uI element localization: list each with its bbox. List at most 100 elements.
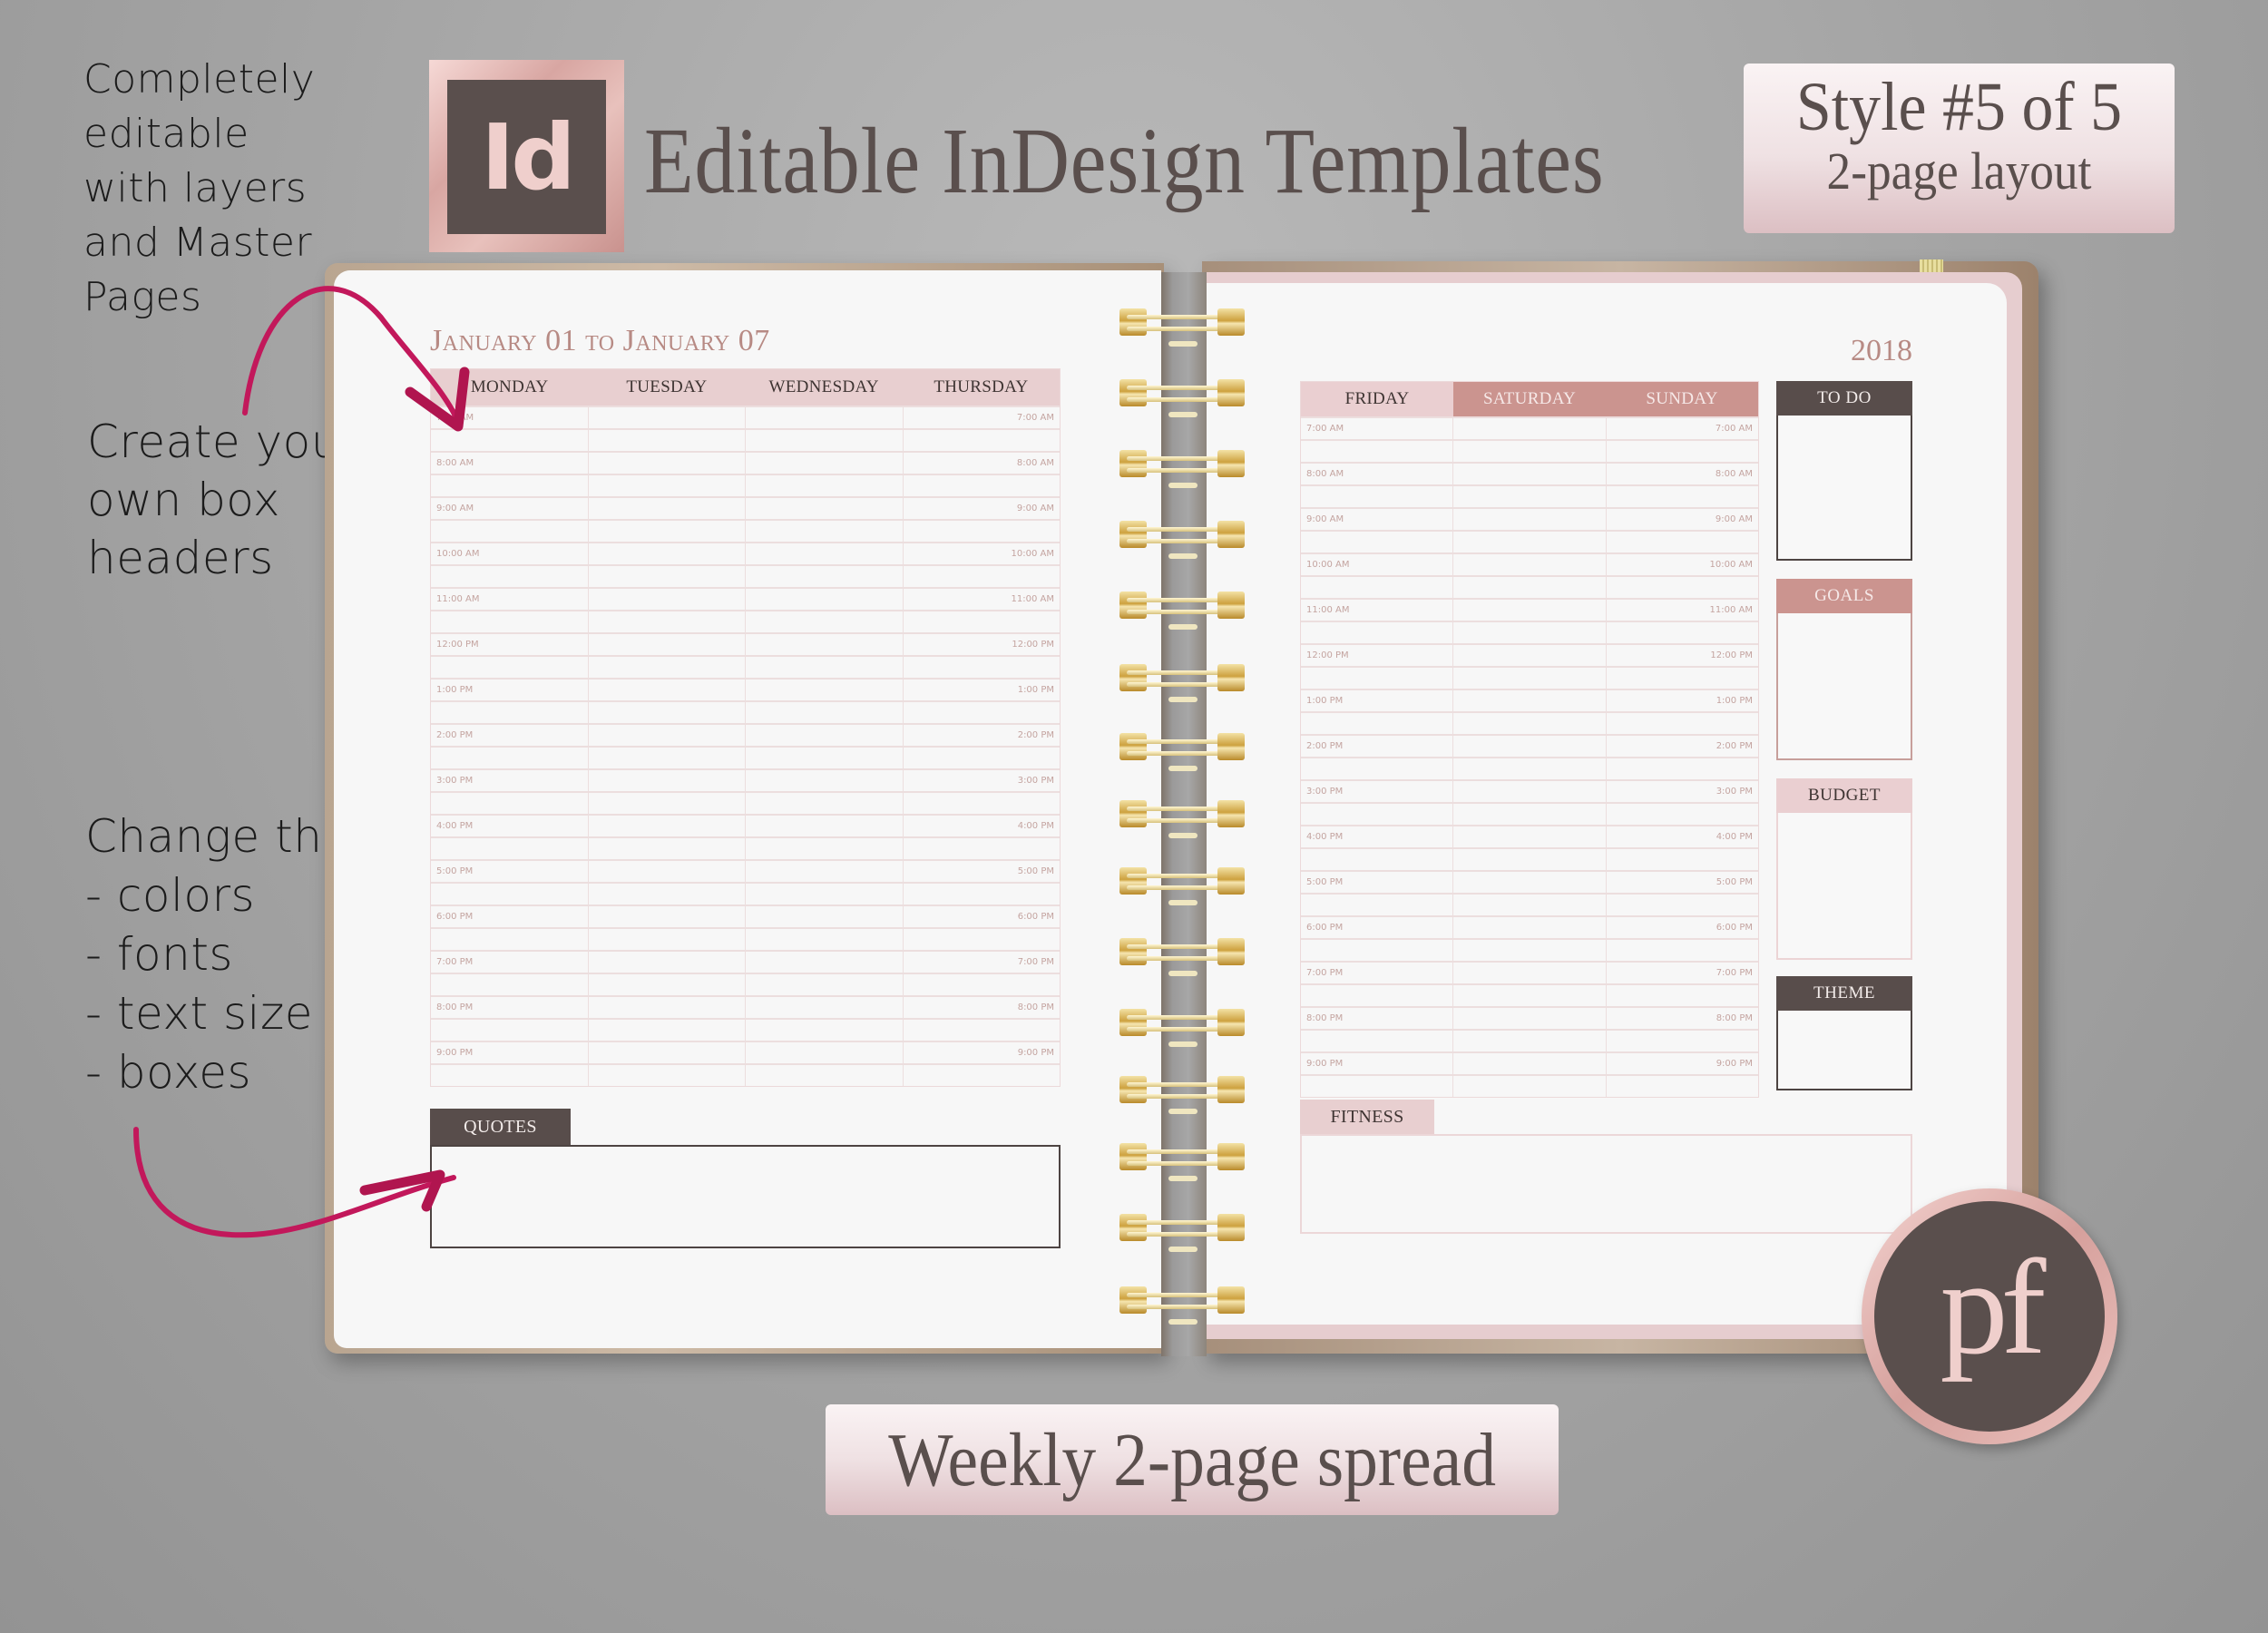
time-slot-cell[interactable]: 10:00 AM xyxy=(1605,554,1758,575)
time-slot-cell[interactable] xyxy=(1452,600,1605,621)
time-slot-cell[interactable] xyxy=(902,566,1061,587)
time-slot-cell[interactable] xyxy=(902,611,1061,632)
time-slot-cell[interactable] xyxy=(1605,532,1758,552)
time-slot-cell[interactable] xyxy=(1301,758,1452,779)
time-slot-cell[interactable] xyxy=(745,589,903,610)
time-slot-cell[interactable] xyxy=(745,838,903,859)
time-slot-cell[interactable] xyxy=(745,816,903,836)
time-slot-cell[interactable]: 7:00 AM xyxy=(902,407,1061,428)
time-slot-cell[interactable] xyxy=(1452,1076,1605,1097)
time-slot-cell[interactable] xyxy=(1452,1008,1605,1029)
time-slot-cell[interactable]: 4:00 PM xyxy=(902,816,1061,836)
time-slot-cell[interactable] xyxy=(1452,713,1605,734)
time-slot-cell[interactable] xyxy=(1301,713,1452,734)
time-slot-cell[interactable]: 7:00 PM xyxy=(431,952,588,973)
time-slot-cell[interactable] xyxy=(587,997,746,1018)
time-slot-cell[interactable]: 7:00 PM xyxy=(1301,963,1452,983)
time-slot-cell[interactable]: 1:00 PM xyxy=(1301,690,1452,711)
time-slot-cell[interactable] xyxy=(745,702,903,723)
time-slot-cell[interactable] xyxy=(1452,1031,1605,1051)
time-slot-cell[interactable] xyxy=(745,906,903,927)
time-slot-cell[interactable] xyxy=(745,680,903,700)
time-slot-cell[interactable] xyxy=(587,861,746,882)
time-slot-cell[interactable] xyxy=(587,702,746,723)
time-slot-cell[interactable]: 3:00 PM xyxy=(1301,781,1452,802)
time-slot-cell[interactable] xyxy=(1301,1076,1452,1097)
time-slot-cell[interactable] xyxy=(1452,622,1605,643)
time-slot-cell[interactable] xyxy=(587,906,746,927)
time-slot-cell[interactable] xyxy=(1605,486,1758,507)
time-slot-cell[interactable] xyxy=(587,884,746,905)
time-slot-cell[interactable] xyxy=(1605,895,1758,915)
time-slot-cell[interactable]: 9:00 AM xyxy=(1301,509,1452,530)
time-slot-cell[interactable]: 10:00 AM xyxy=(431,543,588,564)
time-slot-cell[interactable] xyxy=(1452,668,1605,689)
time-slot-cell[interactable] xyxy=(1452,804,1605,825)
time-slot-cell[interactable] xyxy=(1301,486,1452,507)
time-slot-cell[interactable] xyxy=(902,475,1061,496)
time-slot-cell[interactable] xyxy=(745,430,903,451)
time-slot-cell[interactable]: 9:00 AM xyxy=(902,498,1061,519)
time-slot-cell[interactable] xyxy=(587,952,746,973)
time-slot-cell[interactable]: 12:00 PM xyxy=(902,634,1061,655)
time-slot-cell[interactable]: 1:00 PM xyxy=(902,680,1061,700)
time-slot-cell[interactable]: 6:00 PM xyxy=(902,906,1061,927)
time-slot-cell[interactable] xyxy=(431,657,588,678)
time-slot-cell[interactable]: 8:00 PM xyxy=(1605,1008,1758,1029)
time-slot-cell[interactable]: 4:00 PM xyxy=(431,816,588,836)
time-slot-cell[interactable] xyxy=(431,702,588,723)
time-slot-cell[interactable]: 8:00 AM xyxy=(431,453,588,474)
time-slot-cell[interactable] xyxy=(431,884,588,905)
time-slot-cell[interactable] xyxy=(902,702,1061,723)
time-slot-cell[interactable] xyxy=(1452,985,1605,1006)
time-slot-cell[interactable] xyxy=(431,566,588,587)
time-slot-cell[interactable] xyxy=(587,634,746,655)
time-slot-cell[interactable] xyxy=(745,657,903,678)
time-slot-cell[interactable] xyxy=(745,475,903,496)
time-slot-cell[interactable] xyxy=(902,657,1061,678)
time-slot-cell[interactable] xyxy=(1301,668,1452,689)
time-slot-cell[interactable] xyxy=(587,725,746,746)
time-slot-cell[interactable]: 6:00 PM xyxy=(1301,917,1452,938)
time-slot-cell[interactable] xyxy=(1452,418,1605,439)
time-slot-cell[interactable]: 3:00 PM xyxy=(431,770,588,791)
time-slot-cell[interactable] xyxy=(431,430,588,451)
time-slot-cell[interactable] xyxy=(902,430,1061,451)
time-slot-cell[interactable] xyxy=(745,1042,903,1063)
time-slot-cell[interactable] xyxy=(587,657,746,678)
time-slot-cell[interactable]: 8:00 PM xyxy=(902,997,1061,1018)
time-slot-cell[interactable] xyxy=(1301,441,1452,462)
time-slot-cell[interactable] xyxy=(1452,758,1605,779)
time-slot-cell[interactable] xyxy=(745,725,903,746)
time-slot-cell[interactable] xyxy=(587,1020,746,1041)
time-slot-cell[interactable] xyxy=(1452,895,1605,915)
time-slot-cell[interactable] xyxy=(587,1065,746,1086)
time-slot-cell[interactable] xyxy=(902,748,1061,768)
time-slot-cell[interactable] xyxy=(431,974,588,995)
time-slot-cell[interactable]: 2:00 PM xyxy=(1605,736,1758,757)
time-slot-cell[interactable]: 9:00 PM xyxy=(1301,1053,1452,1074)
time-slot-cell[interactable] xyxy=(1452,532,1605,552)
time-slot-cell[interactable] xyxy=(1452,963,1605,983)
time-slot-cell[interactable]: 9:00 PM xyxy=(1605,1053,1758,1074)
time-slot-cell[interactable] xyxy=(1301,940,1452,961)
time-slot-cell[interactable] xyxy=(587,566,746,587)
time-slot-cell[interactable] xyxy=(587,475,746,496)
time-slot-cell[interactable] xyxy=(587,521,746,542)
time-slot-cell[interactable]: 11:00 AM xyxy=(1605,600,1758,621)
time-slot-cell[interactable] xyxy=(1301,622,1452,643)
time-slot-cell[interactable]: 8:00 AM xyxy=(1301,464,1452,484)
time-slot-cell[interactable] xyxy=(1605,940,1758,961)
todo-area[interactable] xyxy=(1776,416,1912,561)
time-slot-cell[interactable] xyxy=(587,680,746,700)
time-slot-cell[interactable] xyxy=(902,521,1061,542)
fitness-box[interactable] xyxy=(1300,1134,1912,1234)
time-slot-cell[interactable] xyxy=(745,611,903,632)
time-slot-cell[interactable] xyxy=(902,1020,1061,1041)
time-slot-cell[interactable] xyxy=(745,997,903,1018)
time-slot-cell[interactable] xyxy=(745,929,903,950)
time-slot-cell[interactable] xyxy=(587,589,746,610)
goals-area[interactable] xyxy=(1776,613,1912,760)
time-slot-cell[interactable] xyxy=(431,838,588,859)
budget-area[interactable] xyxy=(1776,813,1912,960)
